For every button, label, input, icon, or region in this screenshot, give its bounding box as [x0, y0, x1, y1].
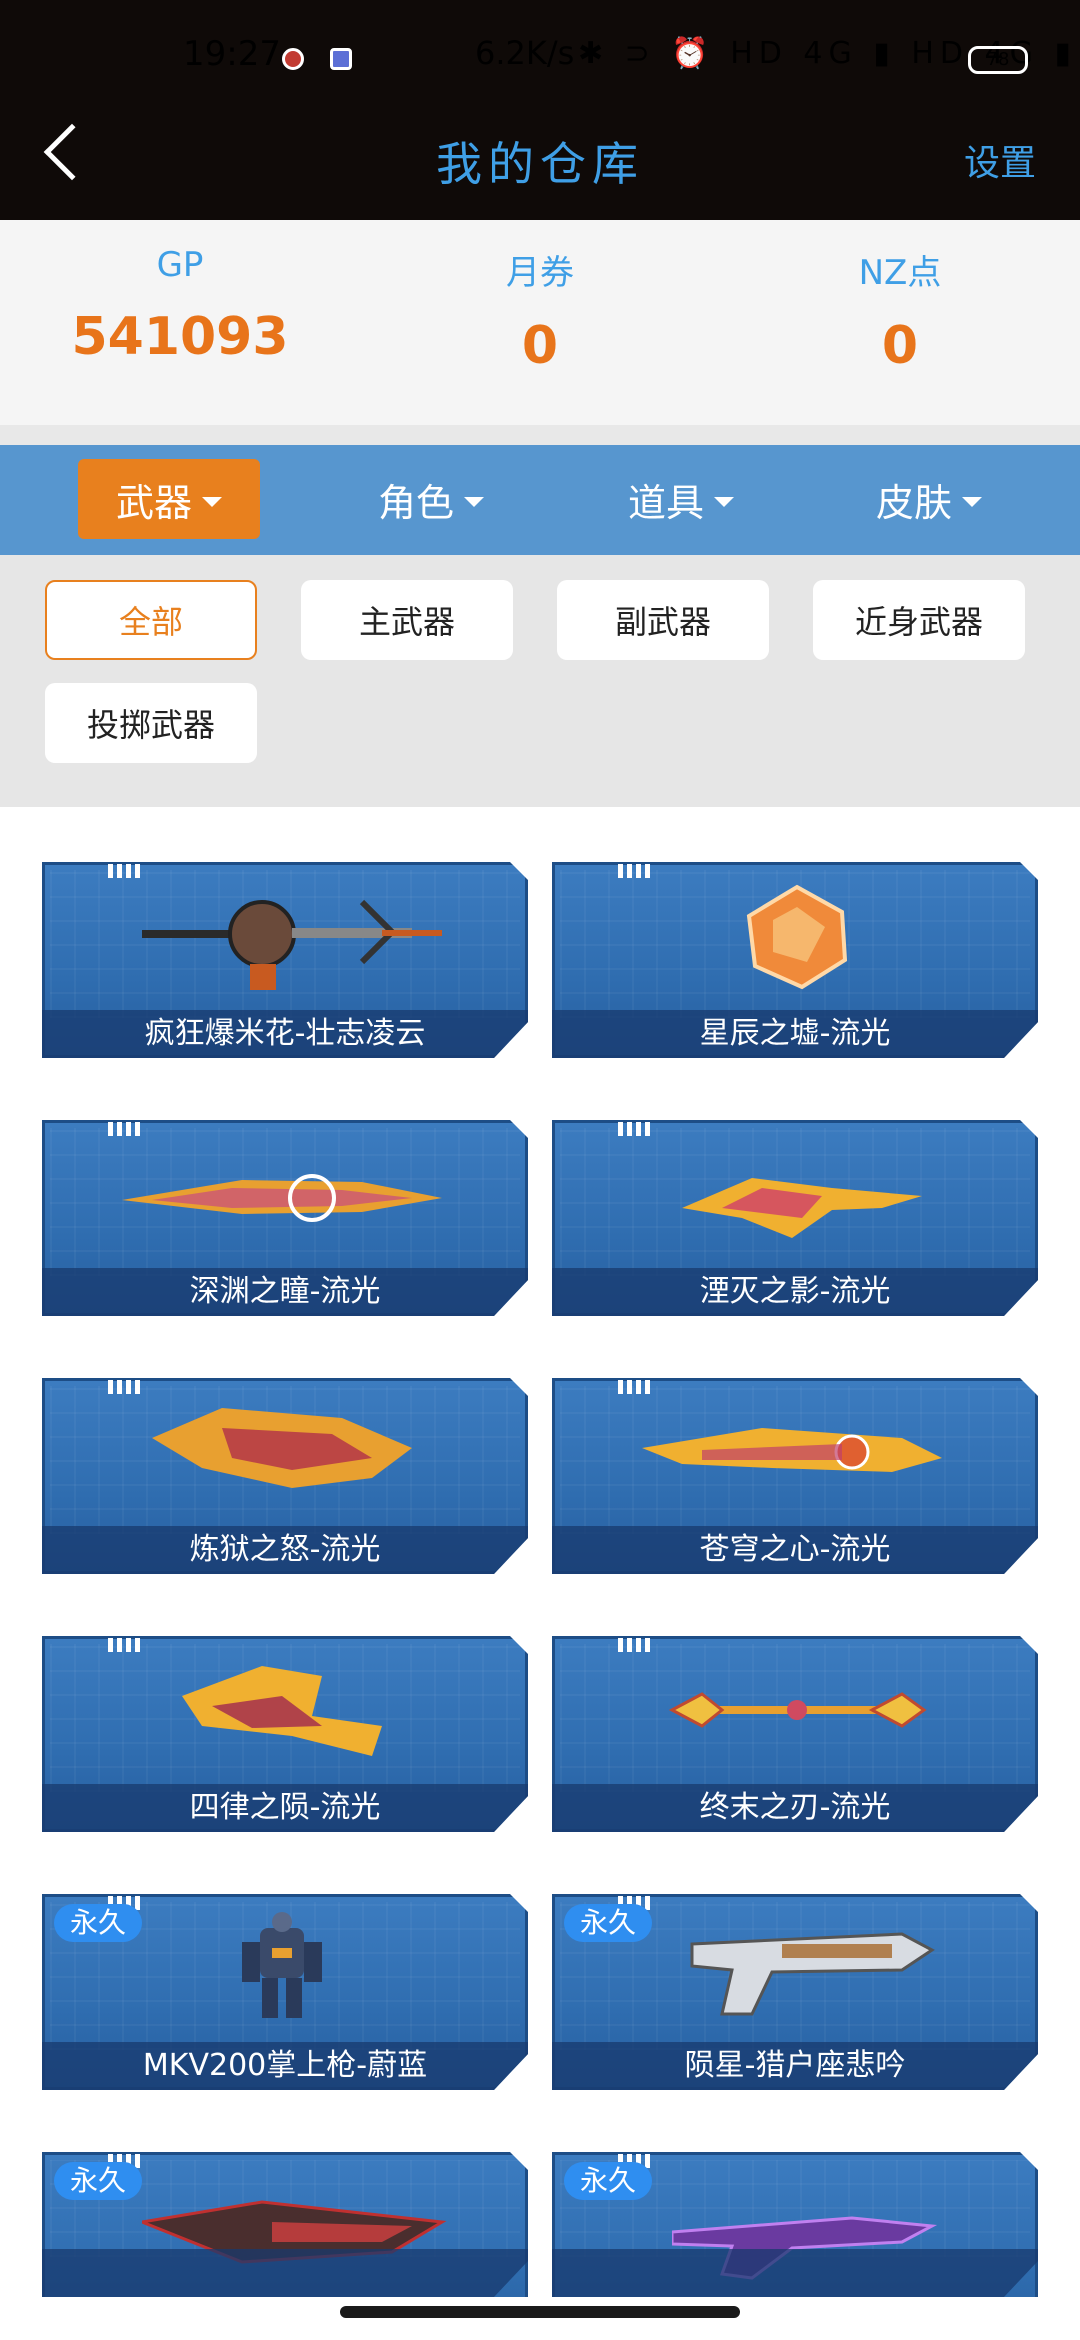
tab-label: 道具	[627, 480, 704, 525]
chevron-down-icon	[464, 497, 484, 507]
tab-label: 角色	[377, 480, 454, 525]
weapon-image	[668, 1692, 927, 1728]
currency-value: 541093	[71, 307, 289, 367]
item-name: 苍穹之心-流光	[552, 1526, 1038, 1574]
app-notification-icon	[330, 48, 352, 70]
weapon-image	[642, 1428, 942, 1472]
filter-melee[interactable]: 近身武器	[813, 580, 1025, 660]
page-title: 我的仓库	[436, 137, 644, 191]
item-name: 四律之陨-流光	[42, 1784, 528, 1832]
item-card[interactable]: 永久 MKV200掌上枪-蔚蓝	[42, 1894, 528, 2090]
permanent-badge: 永久	[54, 1904, 143, 1942]
filter-secondary[interactable]: 副武器	[557, 580, 769, 660]
item-card[interactable]: 终末之刃-流光	[552, 1636, 1038, 1832]
weapon-image	[182, 1666, 382, 1756]
item-name: 陨星-猎户座悲吟	[552, 2042, 1038, 2090]
permanent-badge: 永久	[54, 2162, 143, 2200]
item-name: 终末之刃-流光	[552, 1784, 1038, 1832]
currency-gp: GP 541093	[0, 245, 360, 367]
tab-characters[interactable]: 角色	[340, 459, 522, 539]
chevron-down-icon	[714, 497, 734, 507]
currency-value: 0	[881, 316, 919, 376]
item-card[interactable]: 永久	[42, 2152, 528, 2297]
item-name: 炼狱之怒-流光	[42, 1526, 528, 1574]
item-card[interactable]: 苍穹之心-流光	[552, 1378, 1038, 1574]
item-name: MKV200掌上枪-蔚蓝	[42, 2042, 528, 2090]
permanent-badge: 永久	[564, 1904, 653, 1942]
item-image	[746, 884, 848, 990]
item-name	[552, 2249, 1038, 2297]
item-name	[42, 2249, 528, 2297]
item-card[interactable]: 炼狱之怒-流光	[42, 1378, 528, 1574]
weapon-image	[142, 899, 442, 990]
currency-monthly-coupon: 月券 0	[360, 245, 720, 376]
chevron-down-icon	[202, 497, 222, 507]
filter-throwing[interactable]: 投掷武器	[45, 683, 257, 763]
filter-primary[interactable]: 主武器	[301, 580, 513, 660]
tab-label: 武器	[115, 480, 192, 525]
tab-items[interactable]: 道具	[590, 459, 772, 539]
item-name: 疯狂爆米花-壮志凌云	[42, 1010, 528, 1058]
item-card[interactable]: 疯狂爆米花-壮志凌云	[42, 862, 528, 1058]
status-time: 19:27	[183, 34, 281, 74]
item-card[interactable]: 深渊之瞳-流光	[42, 1120, 528, 1316]
item-card[interactable]: 永久 陨星-猎户座悲吟	[552, 1894, 1038, 2090]
currency-nz-points: NZ点 0	[720, 245, 1080, 376]
tab-weapons[interactable]: 武器	[78, 459, 260, 539]
tab-label: 皮肤	[875, 480, 952, 525]
item-name: 深渊之瞳-流光	[42, 1268, 528, 1316]
weapon-image	[690, 1932, 935, 2016]
battery-icon: 78	[968, 46, 1028, 74]
tab-skins[interactable]: 皮肤	[838, 459, 1020, 539]
item-image	[242, 1912, 322, 2018]
network-speed: 6.2K/s	[475, 34, 575, 72]
settings-button[interactable]: 设置	[964, 134, 1036, 186]
divider	[0, 425, 1080, 445]
item-card[interactable]: 四律之陨-流光	[42, 1636, 528, 1832]
weapon-image	[122, 1174, 442, 1222]
filter-all[interactable]: 全部	[45, 580, 257, 660]
currency-value: 0	[521, 316, 559, 376]
weapon-image	[682, 1178, 922, 1238]
notification-icon	[282, 48, 304, 70]
item-card[interactable]: 星辰之墟-流光	[552, 862, 1038, 1058]
currency-label: 月券	[506, 253, 574, 293]
currency-label: NZ点	[858, 253, 942, 293]
item-name: 星辰之墟-流光	[552, 1010, 1038, 1058]
home-indicator[interactable]	[340, 2306, 740, 2318]
item-name: 湮灭之影-流光	[552, 1268, 1038, 1316]
item-card[interactable]: 永久	[552, 2152, 1038, 2297]
chevron-down-icon	[962, 497, 982, 507]
weapon-image	[152, 1408, 412, 1488]
currency-label: GP	[156, 245, 204, 285]
permanent-badge: 永久	[564, 2162, 653, 2200]
item-card[interactable]: 湮灭之影-流光	[552, 1120, 1038, 1316]
